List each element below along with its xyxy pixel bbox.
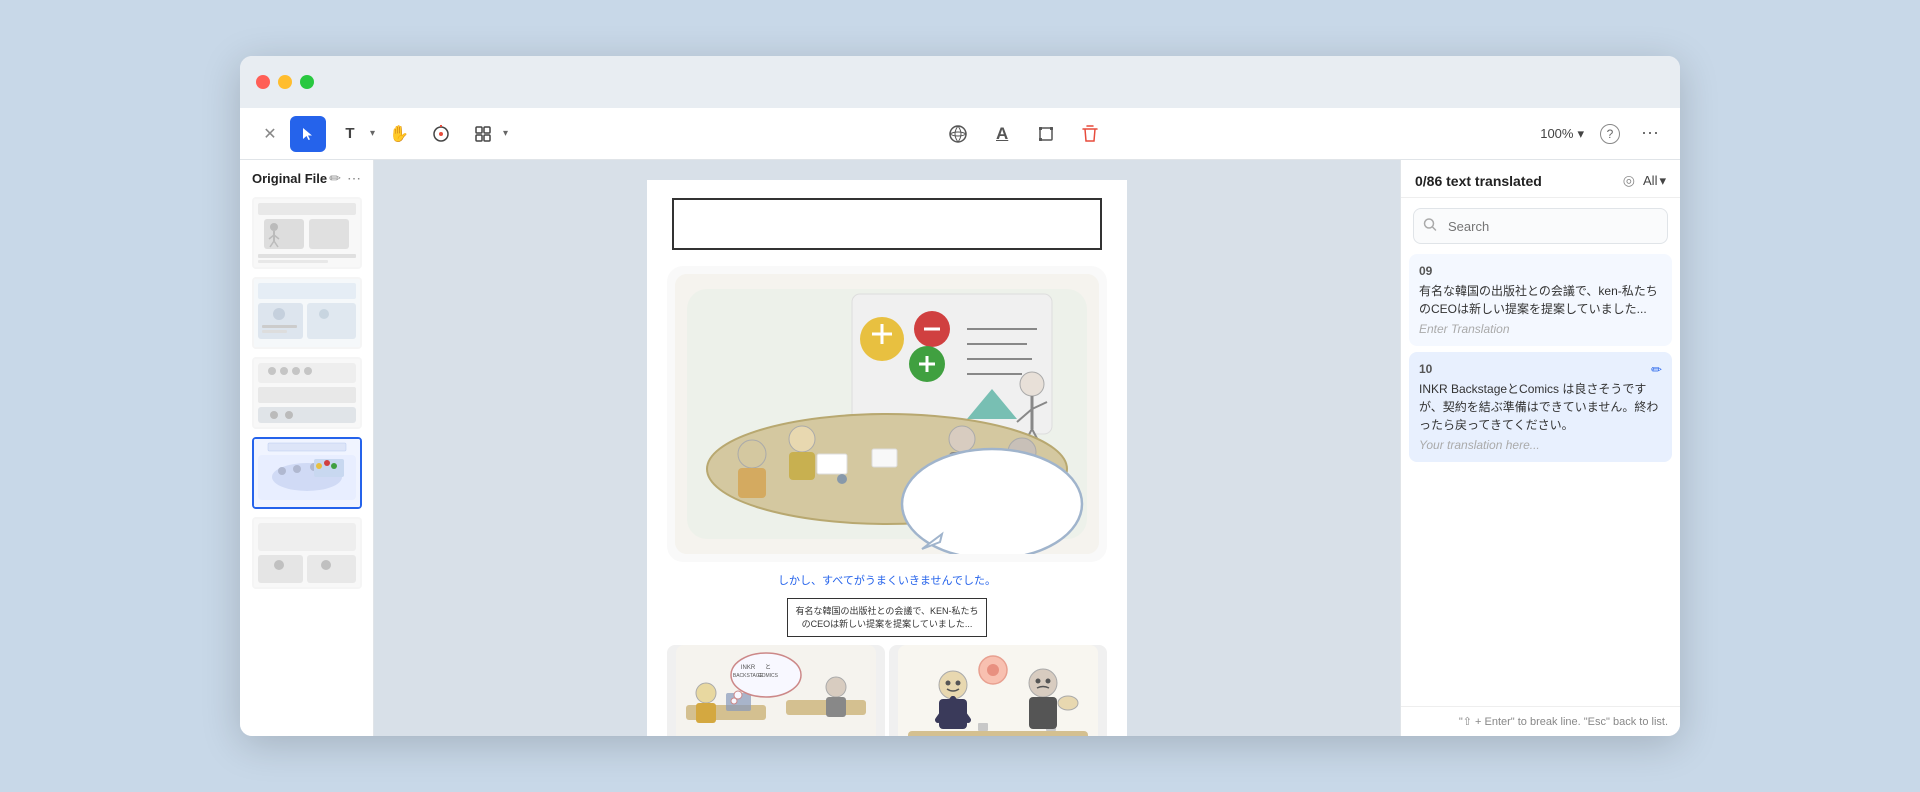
trans-number-10: 10 (1419, 362, 1432, 376)
translation-count: 0/86 text translated (1415, 173, 1542, 189)
grid-tool-group: ▾ (465, 116, 508, 152)
toolbar-left: ✕ T ▾ ✋ (256, 116, 508, 152)
right-panel-footer: "⇧ + Enter" to break line. "Esc" back to… (1401, 706, 1680, 736)
translation-item-9[interactable]: 09 有名な韓国の出版社との会議で、ken-私たちのCEOは新しい提案を提案して… (1409, 254, 1672, 346)
svg-text:INKR: INKR (741, 665, 756, 671)
trans-text-10: INKR BackstageとComics は良さそうですが、契約を結ぶ準備はで… (1419, 380, 1662, 434)
page-thumb-3[interactable] (252, 357, 362, 429)
grid-tool-arrow: ▾ (503, 128, 508, 139)
maximize-traffic-light[interactable] (300, 75, 314, 89)
sidebar-title: Original File (252, 171, 327, 186)
sidebar-right: 0/86 text translated ◎ All ▾ (1400, 160, 1680, 736)
edit-translation-icon[interactable]: ✏ (1651, 362, 1662, 378)
bottom-left-panel: INKR BACKSTAGE と COMICS (667, 645, 885, 736)
svg-text:COMICS: COMICS (758, 673, 779, 679)
help-button[interactable]: ? (1596, 120, 1624, 148)
delete-icon[interactable] (1076, 120, 1104, 148)
sidebar-left: Original File ✏ ⋯ (240, 160, 374, 736)
trans-enter-translation-9[interactable]: Enter Translation (1419, 322, 1662, 336)
filter-icon[interactable]: ◎ (1623, 172, 1635, 189)
sidebar-header-icons: ✏ ⋯ (329, 170, 361, 187)
text-tool-button[interactable]: T (332, 116, 368, 152)
bottom-right-panel (889, 645, 1107, 736)
caption-text: しかし、すべてがうまくいきませんでした。 (778, 572, 996, 588)
search-input[interactable] (1413, 208, 1668, 244)
more-icon[interactable]: ⋯ (347, 170, 361, 187)
text-tool-arrow: ▾ (370, 128, 375, 139)
toolbar-right: 100% ▾ ? ⋯ (1540, 120, 1664, 148)
search-icon (1423, 218, 1437, 235)
trans-number-9: 09 (1419, 264, 1662, 278)
empty-text-box[interactable] (672, 198, 1102, 250)
edit-icon[interactable]: ✏ (329, 170, 341, 187)
page-thumb-1[interactable] (252, 197, 362, 269)
trans-text-9: 有名な韓国の出版社との会議で、ken-私たちのCEOは新しい提案を提案していまし… (1419, 282, 1662, 318)
toolbar-center: A (516, 120, 1532, 148)
zoom-arrow: ▾ (1577, 126, 1584, 142)
text-tool-group: T ▾ (332, 116, 375, 152)
hand-tool-button[interactable]: ✋ (381, 116, 417, 152)
main-content: Original File ✏ ⋯ (240, 160, 1680, 736)
search-box (1413, 208, 1668, 244)
app-window: ✕ T ▾ ✋ (240, 56, 1680, 736)
filter-controls: ◎ All ▾ (1623, 172, 1666, 189)
transform-icon[interactable] (1032, 120, 1060, 148)
globe-icon[interactable] (944, 120, 972, 148)
zoom-control[interactable]: 100% ▾ (1540, 126, 1584, 142)
traffic-lights (256, 75, 314, 89)
title-bar (240, 56, 1680, 108)
font-icon[interactable]: A (988, 120, 1016, 148)
text-box-jp[interactable]: 有名な韓国の出版社との会議で、KEN-私たちのCEOは新しい提案を提案していまし… (787, 598, 987, 637)
page-thumb-4[interactable] (252, 437, 362, 509)
sidebar-header: Original File ✏ ⋯ (240, 160, 373, 193)
filter-all-button[interactable]: All ▾ (1643, 173, 1666, 189)
svg-text:と: と (765, 664, 771, 671)
more-options-button[interactable]: ⋯ (1636, 120, 1664, 148)
toolbar: ✕ T ▾ ✋ (240, 108, 1680, 160)
canvas-page: しかし、すべてがうまくいきませんでした。 有名な韓国の出版社との会議で、KEN-… (647, 180, 1127, 736)
canvas-area[interactable]: しかし、すべてがうまくいきませんでした。 有名な韓国の出版社との会議で、KEN-… (374, 160, 1400, 736)
main-manga-panel (667, 266, 1107, 562)
meeting-scene (675, 274, 1099, 554)
minimize-traffic-light[interactable] (278, 75, 292, 89)
grid-tool-button[interactable] (465, 116, 501, 152)
trans-placeholder-10[interactable]: Your translation here... (1419, 438, 1662, 452)
translation-list: 09 有名な韓国の出版社との会議で、ken-私たちのCEOは新しい提案を提案して… (1401, 254, 1680, 706)
close-traffic-light[interactable] (256, 75, 270, 89)
zoom-value: 100% (1540, 126, 1573, 141)
page-thumb-5[interactable] (252, 517, 362, 589)
close-button[interactable]: ✕ (256, 120, 284, 148)
footer-hint-text: "⇧ + Enter" to break line. "Esc" back to… (1459, 716, 1668, 728)
select-tool-button[interactable] (290, 116, 326, 152)
translation-item-10[interactable]: 10 ✏ INKR BackstageとComics は良さそうですが、契約を結… (1409, 352, 1672, 462)
page-thumb-2[interactable] (252, 277, 362, 349)
right-panel-header: 0/86 text translated ◎ All ▾ (1401, 160, 1680, 198)
comment-tool-button[interactable] (423, 116, 459, 152)
bottom-panels: INKR BACKSTAGE と COMICS (667, 645, 1107, 736)
